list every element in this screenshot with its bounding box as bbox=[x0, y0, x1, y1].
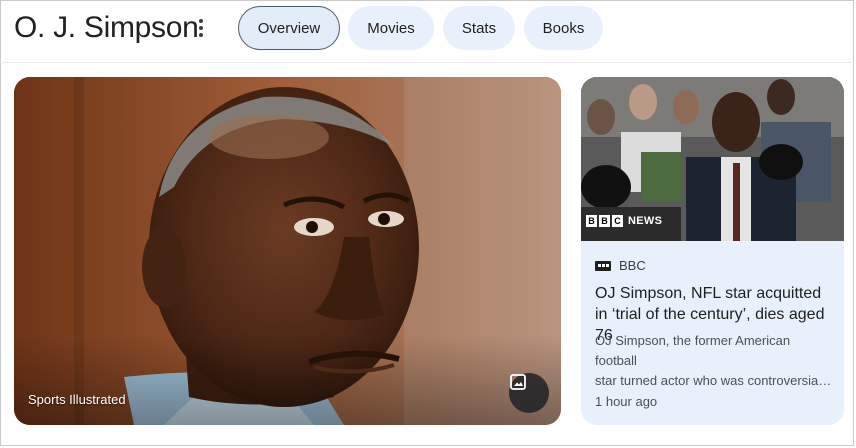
photo-shade bbox=[14, 335, 561, 425]
news-thumbnail: B B C NEWS bbox=[581, 77, 844, 241]
tab-overview[interactable]: Overview bbox=[238, 6, 340, 50]
more-options-icon[interactable] bbox=[194, 17, 208, 39]
bbc-news-logo: B B C NEWS bbox=[586, 215, 662, 227]
header-divider bbox=[0, 62, 854, 63]
image-icon[interactable] bbox=[509, 373, 549, 413]
publisher-name: BBC bbox=[619, 258, 646, 273]
page-title: O. J. Simpson bbox=[14, 11, 199, 44]
news-timestamp: 1 hour ago bbox=[595, 394, 658, 409]
tab-stats[interactable]: Stats bbox=[443, 6, 515, 50]
tab-movies[interactable]: Movies bbox=[348, 6, 434, 50]
tab-books[interactable]: Books bbox=[524, 6, 603, 50]
main-photo-card[interactable]: Sports Illustrated bbox=[14, 77, 561, 425]
image-source-label: Sports Illustrated bbox=[28, 392, 126, 407]
news-card[interactable]: B B C NEWS BBC OJ Simpson, NFL star acqu… bbox=[581, 77, 844, 425]
news-snippet: OJ Simpson, the former American football… bbox=[595, 333, 833, 388]
publisher-row: BBC bbox=[595, 258, 646, 273]
bbc-favicon-icon bbox=[595, 260, 611, 271]
